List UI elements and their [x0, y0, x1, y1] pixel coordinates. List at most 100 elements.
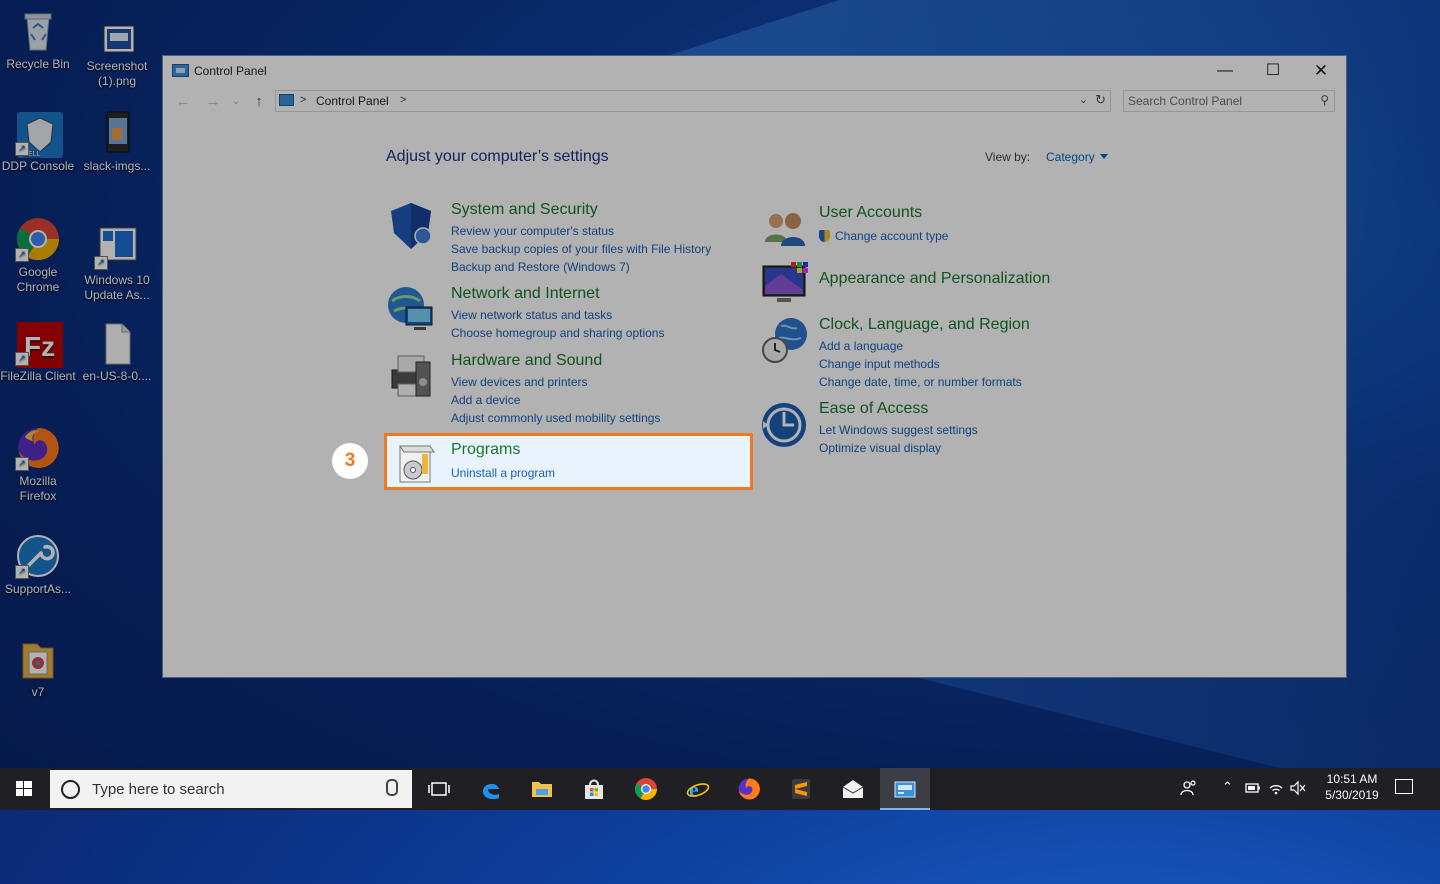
link-optimize-visual-display[interactable]: Optimize visual display [819, 439, 978, 457]
category-programs-highlighted[interactable]: Programs Uninstall a program [384, 433, 753, 490]
taskbar-chrome[interactable] [621, 768, 671, 810]
up-arrow-icon[interactable]: ↑ [249, 92, 269, 112]
address-dropdown-chevron-icon[interactable]: ⌄ [1079, 93, 1088, 106]
desktop-icon-mozilla-firefox[interactable]: ↗ Mozilla Firefox [0, 425, 76, 504]
battery-icon[interactable] [1245, 782, 1261, 794]
microphone-icon[interactable] [386, 779, 398, 796]
maximize-button[interactable]: ☐ [1250, 56, 1296, 86]
desktop-icon-screenshot[interactable]: Screenshot (1).png [79, 24, 155, 89]
category-title[interactable]: Ease of Access [819, 400, 928, 418]
view-by-dropdown[interactable]: Category [1046, 150, 1108, 164]
control-panel-window: Control Panel — ☐ ✕ ← → ⌄ ↑ > Control Pa… [162, 55, 1347, 678]
desktop-icon-label: Screenshot (1).png [86, 59, 148, 88]
task-view-button[interactable] [414, 768, 464, 810]
window-title: Control Panel [194, 64, 267, 78]
desktop-icon-en-us-file[interactable]: en-US-8-0.... [79, 320, 155, 384]
store-bag-icon [585, 779, 603, 799]
link-review-computer-status[interactable]: Review your computer's status [451, 222, 711, 240]
desktop-icon-label: Mozilla Firefox [19, 474, 57, 503]
taskbar-mail[interactable] [828, 768, 878, 810]
start-button[interactable] [0, 768, 48, 810]
forward-arrow-icon[interactable]: → [203, 92, 223, 112]
desktop-icon-label: slack-imgs... [83, 159, 151, 173]
category-title[interactable]: Clock, Language, and Region [819, 316, 1030, 334]
folder-icon [15, 636, 61, 682]
link-add-language[interactable]: Add a language [819, 337, 1022, 355]
desktop-icon-supportassist[interactable]: ↗ SupportAs... [0, 533, 76, 597]
breadcrumb-control-panel[interactable]: Control Panel [316, 94, 389, 108]
category-title[interactable]: Network and Internet [451, 285, 600, 303]
desktop-icon-label: Recycle Bin [6, 57, 70, 71]
taskbar-search-box[interactable]: Type here to search [50, 770, 412, 808]
category-links: Review your computer's status Save backu… [451, 222, 711, 276]
desktop-icon-label: Windows 10 Update As... [84, 273, 150, 302]
category-network-and-internet: Network and Internet View network status… [386, 285, 726, 345]
category-ease-of-access: Ease of Access Let Windows suggest setti… [761, 400, 1101, 455]
taskbar-clock[interactable]: 10:51 AM 5/30/2019 [1310, 771, 1394, 803]
link-add-device[interactable]: Add a device [451, 391, 660, 409]
control-panel-icon [172, 64, 189, 77]
link-mobility-settings[interactable]: Adjust commonly used mobility settings [451, 409, 660, 427]
link-text: Change account type [835, 229, 949, 243]
category-appearance-and-personalization: Appearance and Personalization [761, 260, 1101, 308]
taskbar-internet-explorer[interactable]: e [673, 768, 723, 810]
category-title[interactable]: User Accounts [819, 204, 922, 222]
people-icon[interactable] [1180, 779, 1198, 797]
wifi-icon[interactable] [1268, 780, 1284, 796]
search-icon[interactable]: ⚲ [1320, 93, 1329, 107]
category-title[interactable]: Programs [451, 441, 520, 459]
link-view-network-status[interactable]: View network status and tasks [451, 306, 664, 324]
folder-icon [532, 782, 552, 797]
link-date-time-formats[interactable]: Change date, time, or number formats [819, 373, 1022, 391]
chrome-icon: ↗ [15, 216, 61, 262]
show-hidden-icons-chevron-icon[interactable]: ⌃ [1222, 779, 1233, 795]
refresh-icon[interactable]: ↻ [1095, 92, 1106, 108]
link-homegroup-sharing[interactable]: Choose homegroup and sharing options [451, 324, 664, 342]
category-title[interactable]: System and Security [451, 201, 598, 219]
link-uninstall-program[interactable]: Uninstall a program [451, 466, 555, 480]
recent-locations-chevron-icon[interactable]: ⌄ [229, 92, 243, 112]
taskbar: Type here to search e ⌃ 10:51 AM 5/30/20… [0, 768, 1440, 810]
desktop-icon-ddp-console[interactable]: DELL ↗ DDP Console [0, 110, 76, 174]
desktop-icon-windows-update[interactable]: ↗ Windows 10 Update As... [79, 224, 155, 303]
category-title[interactable]: Appearance and Personalization [819, 270, 1050, 288]
filezilla-icon: Fz ↗ [15, 320, 63, 368]
link-change-account-type[interactable]: Change account type [819, 227, 948, 245]
address-bar[interactable]: > Control Panel > ⌄ ↻ [275, 90, 1111, 112]
taskbar-store[interactable] [569, 768, 619, 810]
link-backup-restore[interactable]: Backup and Restore (Windows 7) [451, 258, 711, 276]
taskbar-sublime-text[interactable] [776, 768, 826, 810]
chrome-icon [635, 778, 657, 800]
category-title[interactable]: Hardware and Sound [451, 352, 602, 370]
users-icon [761, 204, 811, 254]
category-system-and-security: System and Security Review your computer… [386, 201, 726, 276]
desktop-icon-filezilla[interactable]: Fz ↗ FileZilla Client [0, 320, 76, 384]
link-input-methods[interactable]: Change input methods [819, 355, 1022, 373]
close-button[interactable]: ✕ [1298, 56, 1344, 86]
view-by-label: View by: [985, 150, 1031, 164]
link-devices-printers[interactable]: View devices and printers [451, 373, 660, 391]
taskbar-firefox[interactable] [724, 768, 774, 810]
title-bar[interactable]: Control Panel — ☐ ✕ [163, 56, 1346, 86]
caret-down-icon [1099, 154, 1108, 159]
link-file-history[interactable]: Save backup copies of your files with Fi… [451, 240, 711, 258]
search-input[interactable] [1128, 93, 1308, 109]
taskbar-edge[interactable] [466, 768, 516, 810]
minimize-button[interactable]: — [1202, 56, 1248, 86]
search-box[interactable]: ⚲ [1123, 90, 1335, 112]
file-icon [94, 320, 140, 366]
desktop-icon-v7-folder[interactable]: v7 [0, 636, 76, 700]
category-links: Change account type [819, 227, 948, 245]
desktop-icon-label: v7 [31, 685, 45, 699]
volume-muted-icon[interactable] [1290, 780, 1306, 796]
desktop-icon-slack-imgs[interactable]: slack-imgs... [79, 110, 155, 174]
image-file-icon [94, 24, 140, 56]
desktop-icon-label: FileZilla Client [0, 369, 76, 383]
desktop-icon-recycle-bin[interactable]: Recycle Bin [0, 8, 76, 72]
back-arrow-icon[interactable]: ← [173, 92, 193, 112]
taskbar-file-explorer[interactable] [517, 768, 567, 810]
desktop-icon-google-chrome[interactable]: ↗ Google Chrome [0, 216, 76, 295]
action-center-icon[interactable] [1395, 779, 1413, 794]
taskbar-control-panel[interactable] [880, 768, 930, 810]
link-suggest-settings[interactable]: Let Windows suggest settings [819, 421, 978, 439]
